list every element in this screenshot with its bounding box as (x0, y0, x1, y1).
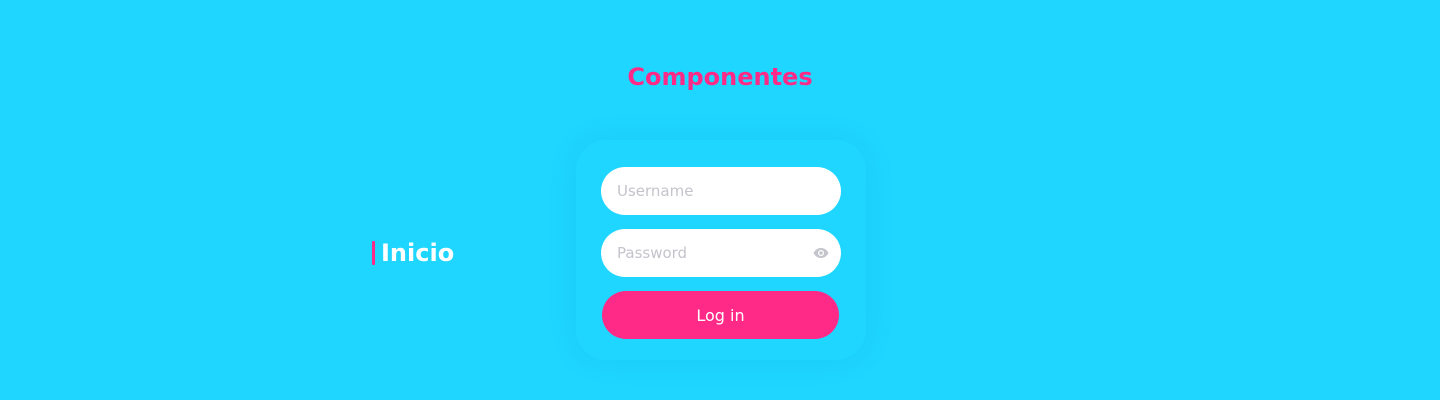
username-field-wrapper (601, 167, 841, 215)
password-input[interactable] (601, 229, 797, 277)
eye-icon-graphic (813, 248, 829, 258)
login-form: Log in (576, 140, 866, 360)
eye-icon[interactable] (811, 243, 831, 263)
page-title: Componentes (627, 63, 813, 91)
password-field-wrapper (601, 229, 841, 277)
section-label-text: Inicio (381, 239, 455, 267)
section-label: Inicio (372, 237, 454, 269)
username-input[interactable] (601, 167, 797, 215)
login-button[interactable]: Log in (602, 291, 839, 339)
accent-bar (372, 241, 375, 265)
